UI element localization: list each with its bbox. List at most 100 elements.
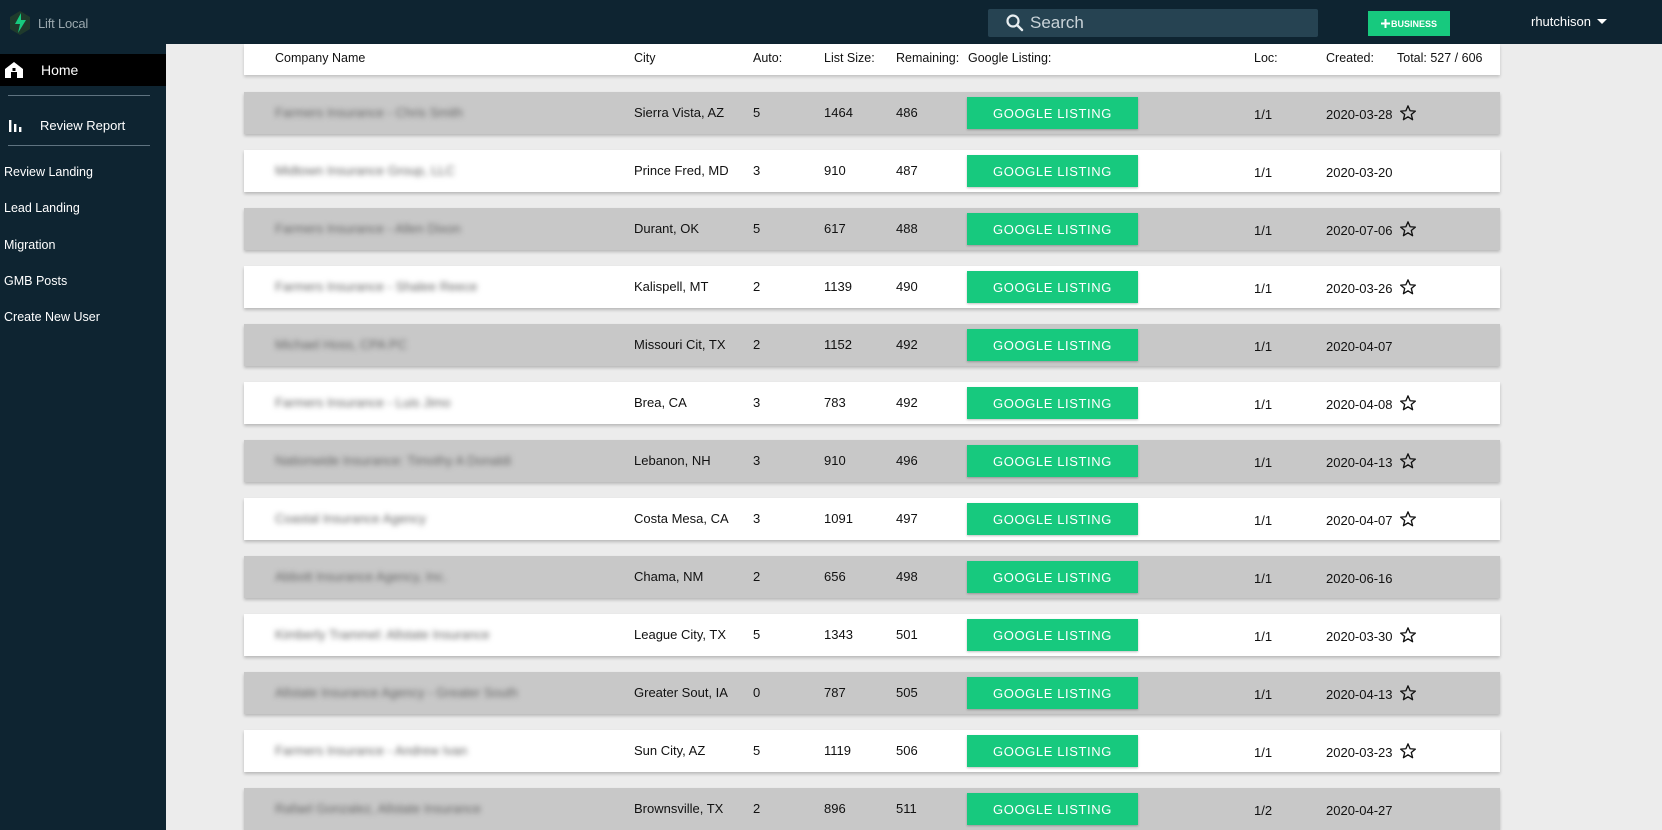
table-row[interactable]: Kimberly Trammel: Allstate Insurance Leag… [244, 614, 1500, 656]
star-icon[interactable] [1399, 742, 1417, 760]
table-row[interactable]: Farmers Insurance - Andrew Ivan Sun City,… [244, 730, 1500, 772]
table-row[interactable]: Allstate Insurance Agency - Greater Sout… [244, 672, 1500, 714]
company-name: Kimberly Trammel: Allstate Insurance [275, 627, 490, 642]
list-size-cell: 783 [824, 395, 846, 410]
table-row[interactable]: Rafael Gonzalez, Allstate Insurance Brown… [244, 788, 1500, 830]
star-icon[interactable] [1399, 278, 1417, 296]
star-icon[interactable] [1399, 220, 1417, 238]
sidebar-item-migration[interactable]: Migration [4, 238, 55, 252]
created-cell: 2020-04-13 [1326, 687, 1393, 702]
column-header-company[interactable]: Company Name [275, 51, 365, 65]
created-cell: 2020-04-07 [1326, 339, 1393, 354]
google-listing-button[interactable]: GOOGLE LISTING [967, 619, 1138, 651]
table-row[interactable]: Farmers Insurance - Luis Jimo Brea, CA 3 78… [244, 382, 1500, 424]
loc-cell: 1/1 [1254, 165, 1273, 180]
company-name: Nationwide Insurance: Timothy A Donaldi [275, 453, 512, 468]
created-cell: 2020-04-27 [1326, 803, 1393, 818]
star-icon[interactable] [1399, 684, 1417, 702]
table-row[interactable]: Nationwide Insurance: Timothy A Donaldi L… [244, 440, 1500, 482]
star-icon[interactable] [1399, 626, 1417, 644]
column-header-city[interactable]: City [634, 51, 656, 65]
list-size-cell: 617 [824, 221, 846, 236]
remaining-cell: 492 [896, 337, 918, 352]
loc-cell: 1/1 [1254, 107, 1273, 122]
city-cell: Costa Mesa, CA [634, 511, 729, 526]
google-listing-button[interactable]: GOOGLE LISTING [967, 271, 1138, 303]
remaining-cell: 490 [896, 279, 918, 294]
city-cell: Missouri Cit, TX [634, 337, 726, 352]
star-icon[interactable] [1399, 104, 1417, 122]
sidebar-item-home[interactable]: Home [0, 54, 166, 86]
google-listing-button[interactable]: GOOGLE LISTING [967, 445, 1138, 477]
sidebar-item-review-landing[interactable]: Review Landing [4, 165, 93, 179]
created-cell: 2020-06-16 [1326, 571, 1393, 586]
list-size-cell: 1464 [824, 105, 853, 120]
list-size-cell: 896 [824, 801, 846, 816]
google-listing-button[interactable]: GOOGLE LISTING [967, 561, 1138, 593]
loc-cell: 1/1 [1254, 397, 1273, 412]
table-row[interactable]: Abbott Insurance Agency, Inc. Chama, NM 2 6… [244, 556, 1500, 598]
list-size-cell: 1139 [824, 279, 852, 294]
column-header-google-listing[interactable]: Google Listing: [968, 51, 1051, 65]
google-listing-button[interactable]: GOOGLE LISTING [967, 793, 1138, 825]
add-business-button[interactable]: BUSINESS [1368, 11, 1450, 36]
list-size-cell: 910 [824, 163, 846, 178]
sidebar-item-review-report[interactable]: Review Report [0, 110, 166, 140]
column-header-loc[interactable]: Loc: [1254, 51, 1278, 65]
loc-cell: 1/1 [1254, 629, 1273, 644]
logo-text: Lift Local [38, 15, 89, 31]
add-business-label: BUSINESS [1390, 18, 1437, 29]
list-size-cell: 1343 [824, 627, 853, 642]
column-header-list-size[interactable]: List Size: [824, 51, 875, 65]
created-cell: 2020-07-06 [1326, 223, 1393, 238]
user-name: rhutchison [1531, 14, 1591, 29]
loc-cell: 1/1 [1254, 571, 1273, 586]
table-row[interactable]: Michael Hoss, CPA PC Missouri Cit, TX 2 115… [244, 324, 1500, 366]
table-row[interactable]: Farmers Insurance - Allen Dixon Durant, O… [244, 208, 1500, 250]
star-icon[interactable] [1399, 452, 1417, 470]
auto-cell: 5 [753, 627, 761, 642]
column-header-created[interactable]: Created: [1326, 51, 1374, 65]
table-row[interactable]: Coastal Insurance Agency Costa Mesa, CA 3 1… [244, 498, 1500, 540]
sidebar-item-gmb-posts[interactable]: GMB Posts [4, 274, 67, 288]
google-listing-button[interactable]: GOOGLE LISTING [967, 677, 1138, 709]
google-listing-button[interactable]: GOOGLE LISTING [967, 97, 1138, 129]
sidebar-item-lead-landing[interactable]: Lead Landing [4, 201, 80, 215]
sidebar-item-create-new-user[interactable]: Create New User [4, 310, 100, 324]
company-name: Rafael Gonzalez, Allstate Insurance [275, 801, 481, 816]
loc-cell: 1/1 [1254, 513, 1273, 528]
bar-chart-icon [9, 120, 22, 132]
remaining-cell: 506 [896, 743, 918, 758]
auto-cell: 3 [753, 395, 761, 410]
google-listing-button[interactable]: GOOGLE LISTING [967, 155, 1138, 187]
logo[interactable]: Lift Local [8, 10, 88, 36]
divider [8, 95, 150, 96]
google-listing-button[interactable]: GOOGLE LISTING [967, 503, 1138, 535]
auto-cell: 2 [753, 337, 761, 352]
google-listing-button[interactable]: GOOGLE LISTING [967, 329, 1138, 361]
google-listing-button[interactable]: GOOGLE LISTING [967, 387, 1138, 419]
list-size-cell: 1091 [824, 511, 853, 526]
column-header-remaining[interactable]: Remaining: [896, 51, 959, 65]
google-listing-button[interactable]: GOOGLE LISTING [967, 735, 1138, 767]
list-size-cell: 1152 [824, 337, 852, 352]
auto-cell: 3 [753, 163, 761, 178]
auto-cell: 0 [753, 685, 761, 700]
google-listing-button[interactable]: GOOGLE LISTING [967, 213, 1138, 245]
total-count: Total: 527 / 606 [1397, 51, 1483, 65]
table-row[interactable]: Midtown Insurance Group, LLC Prince Fred,… [244, 150, 1500, 192]
plus-icon [1380, 19, 1390, 28]
city-cell: Chama, NM [634, 569, 704, 584]
loc-cell: 1/1 [1254, 745, 1273, 760]
remaining-cell: 511 [896, 801, 917, 816]
star-icon[interactable] [1399, 510, 1417, 528]
company-name: Coastal Insurance Agency [275, 511, 427, 526]
table-row[interactable]: Farmers Insurance - Chris Smith Sierra Vi… [244, 92, 1500, 134]
city-cell: Durant, OK [634, 221, 700, 236]
user-menu[interactable]: rhutchison [1531, 14, 1607, 29]
table-row[interactable]: Farmers Insurance - Shalee Reece Kalispel… [244, 266, 1500, 308]
search-input[interactable] [1030, 13, 1300, 33]
logo-icon [10, 11, 30, 35]
star-icon[interactable] [1399, 394, 1417, 412]
column-header-auto[interactable]: Auto: [753, 51, 782, 65]
